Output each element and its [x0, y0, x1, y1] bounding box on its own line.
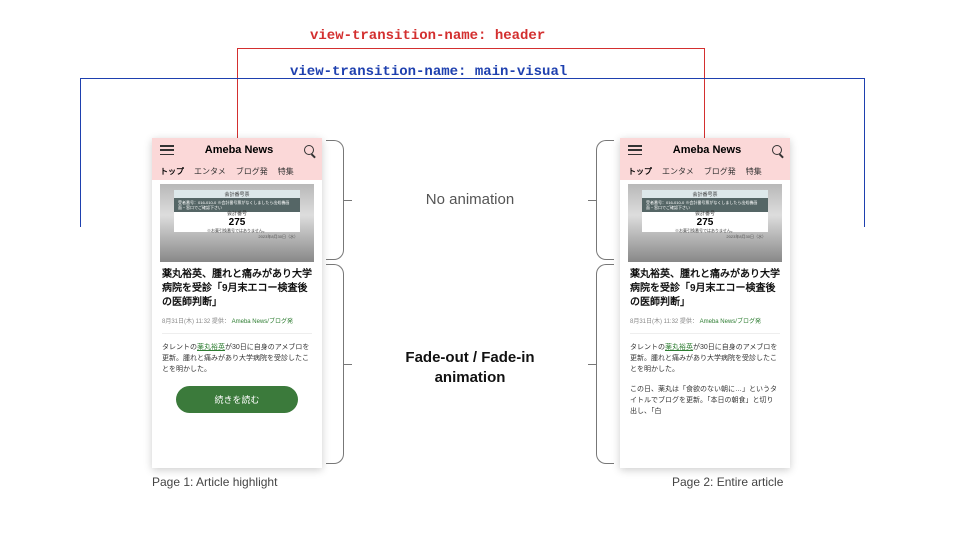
article-snippet: タレントの薬丸裕英が30日に自身のアメブロを更新。腫れと痛みがあり大学病院を受診…	[162, 342, 312, 376]
nav-item[interactable]: トップ	[160, 166, 184, 177]
article-meta: 8月31日(木) 11:32 提供： Ameba News/ブログ発	[162, 316, 312, 325]
article-headline: 薬丸裕英、腫れと痛みがあり大学病院を受診「9月末エコー検査後の医師判断」	[162, 268, 312, 310]
article-body: 薬丸裕英、腫れと痛みがあり大学病院を受診「9月末エコー検査後の医師判断」 8月3…	[620, 262, 790, 423]
label-visual-transition: view-transition-name: main-visual	[290, 64, 567, 80]
inline-link[interactable]: 薬丸裕英	[197, 344, 225, 351]
ticket-header: 会計番号票	[174, 190, 300, 198]
divider	[630, 333, 780, 334]
phone-header: Ameba News	[620, 138, 790, 162]
caption-page2: Page 2: Entire article	[672, 475, 783, 489]
phone-nav: トップ エンタメ ブログ発 特集	[620, 162, 790, 180]
brace-top-right	[326, 140, 344, 260]
brace-bottom-left	[596, 264, 614, 464]
article-provider: Ameba News/ブログ発	[232, 319, 293, 325]
phone-nav: トップ エンタメ ブログ発 特集	[152, 162, 322, 180]
provider-label: 提供：	[212, 319, 230, 325]
label-no-animation: No animation	[400, 190, 540, 210]
ticket-number-block: 会計番号 275 ※お薬引換番号ではありません。	[642, 212, 768, 232]
ticket-number-block: 会計番号 275 ※お薬引換番号ではありません。	[174, 212, 300, 232]
nav-item[interactable]: エンタメ	[662, 166, 694, 177]
site-title: Ameba News	[205, 144, 273, 156]
menu-icon[interactable]	[160, 145, 174, 155]
article-snippet: タレントの薬丸裕英が30日に自身のアメブロを更新。腫れと痛みがあり大学病院を受診…	[630, 342, 780, 376]
article-date: 8月31日(木) 11:32	[162, 319, 210, 325]
label-header-transition: view-transition-name: header	[310, 28, 545, 44]
nav-item[interactable]: エンタメ	[194, 166, 226, 177]
nav-item[interactable]: トップ	[628, 166, 652, 177]
phone-page2: Ameba News トップ エンタメ ブログ発 特集 会計番号票 受者番号：0…	[620, 138, 790, 468]
ticket-num-label: 会計番号	[227, 210, 247, 217]
article-body: 薬丸裕英、腫れと痛みがあり大学病院を受診「9月末エコー検査後の医師判断」 8月3…	[152, 262, 322, 419]
menu-icon[interactable]	[628, 145, 642, 155]
inline-link[interactable]: 薬丸裕英	[665, 344, 693, 351]
nav-item[interactable]: 特集	[746, 166, 762, 177]
article-provider: Ameba News/ブログ発	[700, 319, 761, 325]
ticket-num-label: 会計番号	[695, 210, 715, 217]
phone-header: Ameba News	[152, 138, 322, 162]
ticket-date: 2023年8月30日（水）	[642, 232, 768, 242]
brace-bottom-right	[326, 264, 344, 464]
ticket-header: 会計番号票	[642, 190, 768, 198]
article-main-visual: 会計番号票 受者番号：016-010-0 ※会計番号票がなくしましたら出処機画面…	[628, 184, 782, 262]
article-main-visual: 会計番号票 受者番号：016-010-0 ※会計番号票がなくしましたら出処機画面…	[160, 184, 314, 262]
article-meta: 8月31日(木) 11:32 提供： Ameba News/ブログ発	[630, 316, 780, 325]
ticket-number: 275	[229, 217, 246, 228]
provider-label: 提供：	[680, 319, 698, 325]
ticket-date: 2023年8月30日（水）	[174, 232, 300, 242]
brace-top-left	[596, 140, 614, 260]
article-paragraph-2: この日、薬丸は「食欲のない朝に…」というタイトルでブログを更新。「本日の朝食」と…	[630, 384, 780, 418]
phone-page1: Ameba News トップ エンタメ ブログ発 特集 会計番号票 受者番号：0…	[152, 138, 322, 468]
nav-item[interactable]: ブログ発	[704, 166, 736, 177]
article-headline: 薬丸裕英、腫れと痛みがあり大学病院を受診「9月末エコー検査後の医師判断」	[630, 268, 780, 310]
article-date: 8月31日(木) 11:32	[630, 319, 678, 325]
label-fade-animation: Fade-out / Fade-in animation	[400, 348, 540, 387]
divider	[162, 333, 312, 334]
read-more-button[interactable]: 続きを読む	[176, 386, 298, 413]
nav-item[interactable]: 特集	[278, 166, 294, 177]
search-icon[interactable]	[772, 145, 782, 155]
search-icon[interactable]	[304, 145, 314, 155]
caption-page1: Page 1: Article highlight	[152, 475, 277, 489]
nav-item[interactable]: ブログ発	[236, 166, 268, 177]
site-title: Ameba News	[673, 144, 741, 156]
ticket-number: 275	[697, 217, 714, 228]
